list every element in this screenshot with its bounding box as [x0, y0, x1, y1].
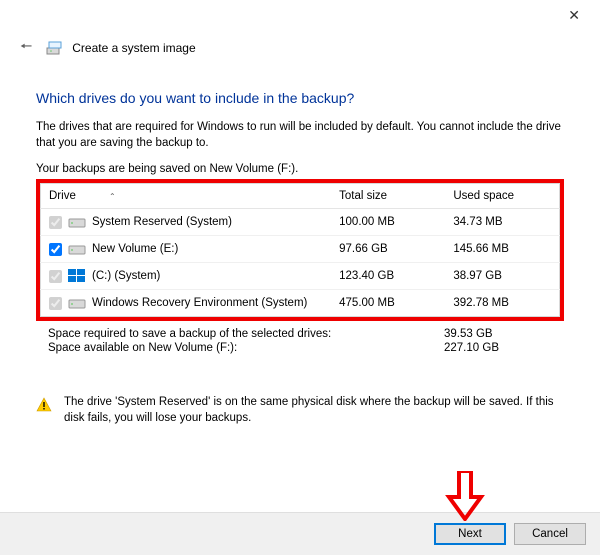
page-heading: Which drives do you want to include in t… [36, 90, 564, 106]
drive-icon [68, 215, 86, 229]
warning-icon [36, 397, 52, 413]
space-required-label: Space required to save a backup of the s… [48, 328, 331, 340]
windows-drive-icon [68, 269, 86, 283]
page-description: The drives that are required for Windows… [36, 120, 564, 151]
table-row[interactable]: (C:) (System) 123.40 GB38.97 GB [41, 263, 560, 290]
system-image-icon [46, 40, 62, 56]
drive-total-size: 475.00 MB [331, 290, 445, 317]
drive-used-space: 38.97 GB [445, 263, 559, 290]
system-image-wizard: ✕ 🠔 Create a system image Which drives d… [0, 0, 600, 555]
next-button[interactable]: Next [434, 523, 506, 545]
drive-checkbox [49, 216, 62, 229]
window-title: Create a system image [72, 41, 195, 55]
sort-caret-icon: ⌃ [109, 192, 116, 201]
space-required-value: 39.53 GB [444, 328, 564, 340]
drive-name: System Reserved (System) [92, 216, 232, 228]
table-row[interactable]: Windows Recovery Environment (System) 475… [41, 290, 560, 317]
drive-name: Windows Recovery Environment (System) [92, 297, 307, 309]
drive-used-space: 392.78 MB [445, 290, 559, 317]
column-header-drive[interactable]: Drive ⌃ [41, 184, 332, 209]
titlebar: ✕ [0, 0, 600, 30]
space-available-label: Space available on New Volume (F:): [48, 342, 237, 354]
warning-message: The drive 'System Reserved' is on the sa… [36, 395, 564, 426]
drive-total-size: 97.66 GB [331, 236, 445, 263]
space-available-value: 227.10 GB [444, 342, 564, 354]
drive-icon [68, 242, 86, 256]
drive-total-size: 100.00 MB [331, 209, 445, 236]
drive-icon [68, 296, 86, 310]
drive-used-space: 34.73 MB [445, 209, 559, 236]
back-arrow-icon[interactable]: 🠔 [16, 34, 36, 62]
header: 🠔 Create a system image [0, 30, 600, 70]
drive-table: Drive ⌃ Total size Used space System Res… [40, 183, 560, 317]
cancel-button[interactable]: Cancel [514, 523, 586, 545]
table-row[interactable]: New Volume (E:) 97.66 GB145.66 MB [41, 236, 560, 263]
close-icon[interactable]: ✕ [560, 3, 588, 28]
space-summary: Space required to save a backup of the s… [36, 325, 564, 355]
content-area: Which drives do you want to include in t… [0, 70, 600, 512]
warning-text: The drive 'System Reserved' is on the sa… [64, 395, 564, 426]
column-header-used[interactable]: Used space [445, 184, 559, 209]
drive-name: New Volume (E:) [92, 243, 178, 255]
footer: Next Cancel [0, 512, 600, 555]
drive-checkbox [49, 297, 62, 310]
drive-total-size: 123.40 GB [331, 263, 445, 290]
drive-table-highlight: Drive ⌃ Total size Used space System Res… [36, 179, 564, 321]
drive-name: (C:) (System) [92, 270, 160, 282]
drive-checkbox[interactable] [49, 243, 62, 256]
drive-used-space: 145.66 MB [445, 236, 559, 263]
table-row[interactable]: System Reserved (System) 100.00 MB34.73 M… [41, 209, 560, 236]
saving-destination-note: Your backups are being saved on New Volu… [36, 163, 564, 175]
column-header-total[interactable]: Total size [331, 184, 445, 209]
drive-checkbox [49, 270, 62, 283]
